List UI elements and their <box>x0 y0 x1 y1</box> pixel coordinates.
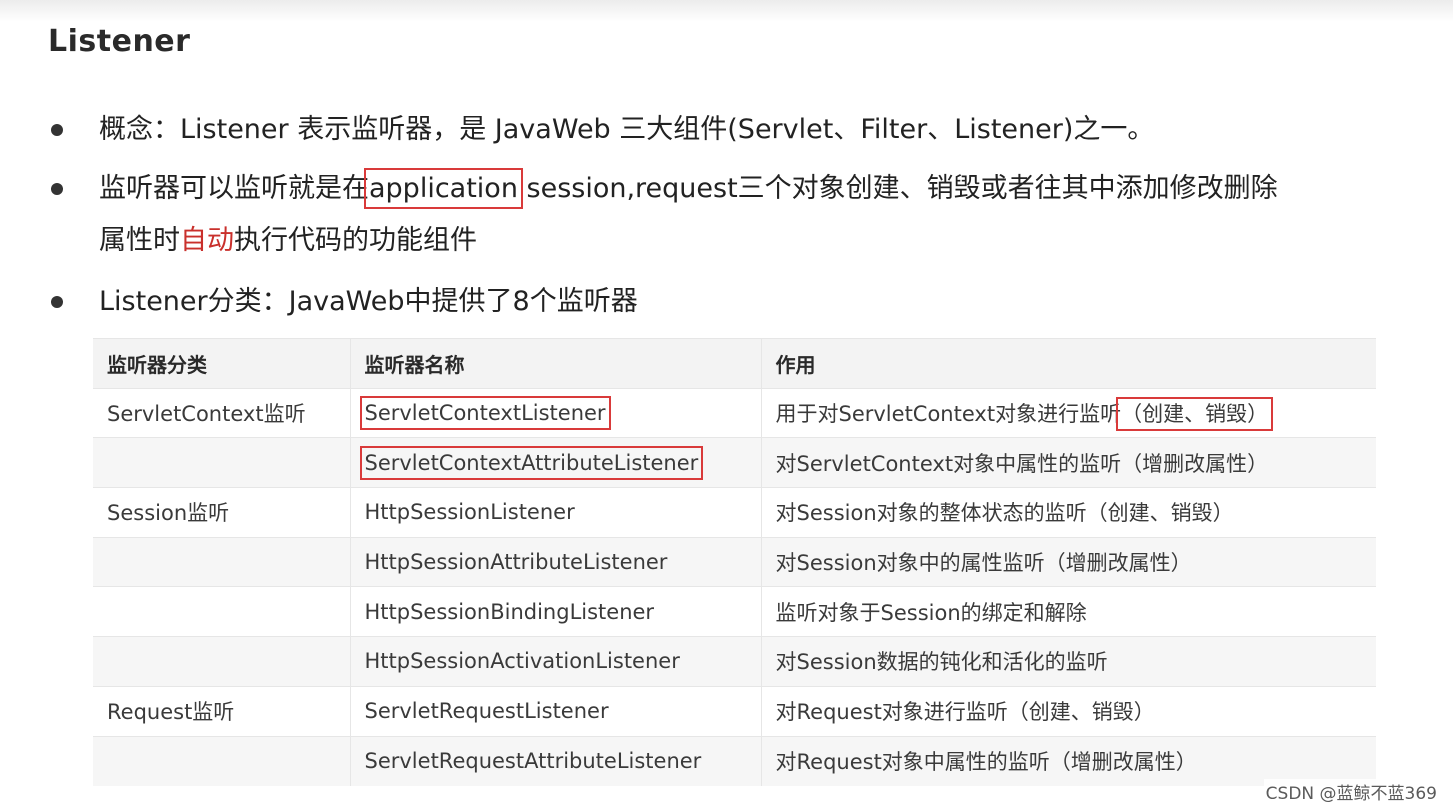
cell-name: ServletRequestAttributeListener <box>349 735 761 786</box>
cell-name: ServletRequestListener <box>349 685 761 736</box>
table-row: HttpSessionActivationListener 对Session数据… <box>93 636 1376 687</box>
listener-table: 监听器分类 监听器名称 作用 ServletContext监听 ServletC… <box>93 338 1376 786</box>
bullet-dot-icon <box>51 124 63 136</box>
cell-name: ServletContextAttributeListener <box>349 437 761 488</box>
cell-category <box>93 586 350 637</box>
line2-suffix: 执行代码的功能组件 <box>234 225 477 256</box>
cell-name: HttpSessionAttributeListener <box>349 536 761 587</box>
highlight-servletcontextlistener: ServletContextListener <box>359 396 611 431</box>
cell-category <box>93 536 350 587</box>
header-category: 监听器分类 <box>93 338 350 389</box>
table-row: ServletContextAttributeListener 对Servlet… <box>93 437 1376 488</box>
cell-name: HttpSessionActivationListener <box>349 636 761 687</box>
cell-purpose: 用于对ServletContext对象进行监听（创建、销毁） <box>760 387 1376 438</box>
cell-purpose: 对Session数据的钝化和活化的监听 <box>760 636 1376 687</box>
top-shade <box>0 0 1453 22</box>
description-prefix: 监听器可以监听就是在 <box>99 173 369 204</box>
cell-name: HttpSessionBindingListener <box>349 586 761 637</box>
csdn-watermark: CSDN @蓝鲸不蓝369 <box>1263 779 1439 804</box>
cell-category <box>93 735 350 786</box>
cell-category: Request监听 <box>93 685 350 736</box>
table-row: Request监听 ServletRequestListener 对Reques… <box>93 685 1376 736</box>
cell-purpose: 监听对象于Session的绑定和解除 <box>760 586 1376 637</box>
table-row: ServletRequestAttributeListener 对Request… <box>93 735 1376 786</box>
cell-purpose: 对Request对象进行监听（创建、销毁） <box>760 685 1376 736</box>
cell-category: ServletContext监听 <box>93 387 350 438</box>
cell-category <box>93 636 350 687</box>
cell-purpose: 对Session对象的整体状态的监听（创建、销毁） <box>760 487 1376 538</box>
description-suffix: session,request三个对象创建、销毁或者往其中添加修改删除 <box>517 173 1278 204</box>
accent-auto: 自动 <box>180 225 234 256</box>
cell-category: Session监听 <box>93 487 350 538</box>
slide-title: Listener <box>48 24 191 59</box>
table-row: HttpSessionBindingListener 监听对象于Session的… <box>93 586 1376 637</box>
header-purpose: 作用 <box>760 338 1376 389</box>
bullet-concept-text: 概念：Listener 表示监听器，是 JavaWeb 三大组件(Servlet… <box>99 114 1155 145</box>
table-row: Session监听 HttpSessionListener 对Session对象… <box>93 487 1376 538</box>
cell-category <box>93 437 350 488</box>
table-header-row: 监听器分类 监听器名称 作用 <box>93 338 1376 389</box>
table-row: ServletContext监听 ServletContextListener … <box>93 387 1376 438</box>
header-name: 监听器名称 <box>349 338 761 389</box>
line2-prefix: 属性时 <box>99 225 180 256</box>
cell-purpose: 对Session对象中的属性监听（增删改属性） <box>760 536 1376 587</box>
cell-name: HttpSessionListener <box>349 487 761 538</box>
bullet-description-text: 监听器可以监听就是在application session,request三个对… <box>99 163 1278 215</box>
bullet-dot-icon <box>51 183 63 195</box>
bullet-dot-icon <box>51 296 63 308</box>
bullet-classification-text: Listener分类：JavaWeb中提供了8个监听器 <box>99 286 638 317</box>
highlight-create-destroy: （创建、销毁） <box>1116 397 1274 432</box>
table-row: HttpSessionAttributeListener 对Session对象中… <box>93 536 1376 587</box>
cell-purpose: 对ServletContext对象中属性的监听（增删改属性） <box>760 437 1376 488</box>
highlight-servletcontextattributelistener: ServletContextAttributeListener <box>359 445 704 480</box>
cell-name: ServletContextListener <box>349 387 761 438</box>
highlight-application: application <box>364 168 523 209</box>
bullet-description-line2: 属性时自动执行代码的功能组件 <box>99 215 477 267</box>
purpose-text: 用于对ServletContext对象进行监听 <box>775 402 1122 427</box>
